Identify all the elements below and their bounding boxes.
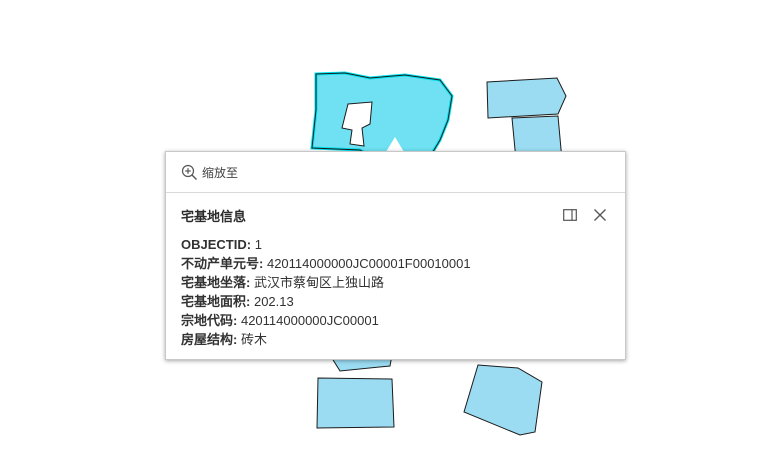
field-label: 房屋结构:	[181, 332, 238, 347]
field-label: OBJECTID:	[181, 237, 252, 252]
close-icon	[594, 209, 606, 221]
popup-header-buttons	[551, 204, 611, 226]
field-value: 1	[254, 237, 262, 252]
field-row-objectid: OBJECTID: 1	[181, 235, 610, 254]
popup-header: 宅基地信息	[166, 195, 625, 235]
popup-pointer	[386, 137, 404, 152]
close-button[interactable]	[589, 204, 611, 226]
field-row-parcel-code: 宗地代码: 420114000000JC00001	[181, 311, 610, 330]
field-value: 420114000000JC00001	[240, 313, 379, 328]
parcel[interactable]	[486, 77, 567, 119]
parcel-selected[interactable]	[310, 71, 454, 162]
zoom-to-label: 缩放至	[202, 165, 239, 180]
popup: 缩放至 宅基地信息 OBJECTID: 1 不动产单元号: 4201140000…	[165, 151, 626, 360]
popup-action-bar: 缩放至	[166, 152, 625, 193]
field-value: 砖木	[240, 332, 267, 347]
field-label: 不动产单元号:	[181, 256, 264, 271]
field-value: 武汉市蔡甸区上独山路	[253, 275, 384, 290]
field-label: 宅基地坐落:	[181, 275, 251, 290]
field-label: 宅基地面积:	[181, 294, 251, 309]
parcel[interactable]	[316, 377, 395, 429]
zoom-in-icon	[181, 164, 197, 180]
dock-icon	[563, 209, 577, 221]
field-value: 420114000000JC00001F00010001	[266, 256, 471, 271]
dock-button[interactable]	[559, 204, 581, 226]
field-row-area: 宅基地面积: 202.13	[181, 292, 610, 311]
parcel[interactable]	[463, 364, 543, 436]
field-value: 202.13	[253, 294, 294, 309]
field-row-structure: 房屋结构: 砖木	[181, 330, 610, 349]
popup-title: 宅基地信息	[181, 208, 247, 224]
zoom-to-button[interactable]: 缩放至	[181, 164, 238, 181]
field-row-unit-number: 不动产单元号: 420114000000JC00001F00010001	[181, 254, 610, 273]
popup-content: OBJECTID: 1 不动产单元号: 420114000000JC00001F…	[166, 235, 625, 349]
field-label: 宗地代码:	[181, 313, 238, 328]
field-row-location: 宅基地坐落: 武汉市蔡甸区上独山路	[181, 273, 610, 292]
